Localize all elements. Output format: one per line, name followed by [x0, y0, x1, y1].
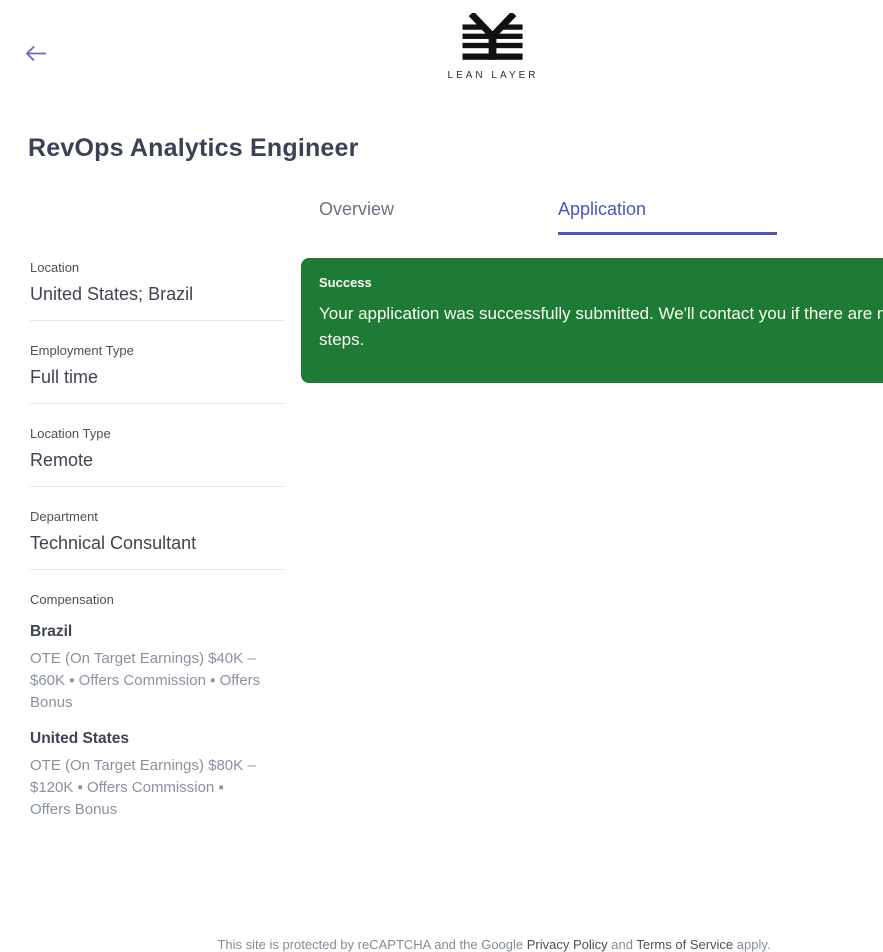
field-location-type: Location Type Remote: [30, 426, 284, 487]
field-value: United States; Brazil: [30, 284, 194, 304]
success-alert: Success Your application was successfull…: [301, 258, 883, 383]
compensation-region: United States: [30, 730, 130, 747]
compensation-entry: United States OTE (On Target Earnings) $…: [30, 730, 284, 821]
field-label: Location: [30, 260, 80, 275]
field-label: Employment Type: [30, 343, 134, 358]
tab-overview[interactable]: Overview: [319, 196, 538, 235]
alert-title: Success: [319, 275, 372, 290]
field-value: Remote: [30, 450, 94, 470]
back-button[interactable]: [22, 42, 50, 64]
compensation-label: Compensation: [30, 592, 114, 607]
job-application-page: LEAN LAYER RevOps Analytics Engineer Ove…: [0, 0, 883, 952]
privacy-policy-link[interactable]: Privacy Policy: [527, 937, 608, 952]
compensation-region: Brazil: [30, 623, 73, 640]
brand-logo[interactable]: LEAN LAYER: [448, 13, 539, 81]
alert-message: Your application was successfully submit…: [319, 304, 883, 349]
recaptcha-text: and: [607, 937, 637, 952]
job-details-sidebar: Location United States; Brazil Employmen…: [30, 260, 284, 821]
recaptcha-text: apply.: [733, 937, 771, 952]
compensation-section: Compensation Brazil OTE (On Target Earni…: [30, 592, 284, 821]
tab-application[interactable]: Application: [558, 196, 777, 235]
terms-of-service-link[interactable]: Terms of Service: [636, 937, 733, 952]
compensation-details: OTE (On Target Earnings) $40K – $60K ▪ O…: [30, 650, 261, 711]
field-label: Location Type: [30, 426, 111, 441]
field-value: Full time: [30, 367, 99, 387]
compensation-details: OTE (On Target Earnings) $80K – $120K ▪ …: [30, 757, 256, 818]
tab-application-label: Application: [558, 199, 647, 219]
page-title: RevOps Analytics Engineer: [28, 134, 359, 162]
tabs: Overview Application: [319, 196, 777, 235]
tab-overview-label: Overview: [319, 199, 395, 219]
compensation-entry: Brazil OTE (On Target Earnings) $40K – $…: [30, 623, 284, 714]
field-employment-type: Employment Type Full time: [30, 343, 284, 404]
recaptcha-notice: This site is protected by reCAPTCHA and …: [105, 937, 883, 952]
field-label: Department: [30, 509, 98, 524]
lean-layer-logo-icon: [462, 13, 524, 60]
field-value: Technical Consultant: [30, 533, 197, 553]
brand-name: LEAN LAYER: [447, 70, 539, 81]
recaptcha-text: This site is protected by reCAPTCHA and …: [217, 937, 527, 952]
field-location: Location United States; Brazil: [30, 260, 284, 321]
back-arrow-icon: [25, 45, 46, 61]
field-department: Department Technical Consultant: [30, 509, 284, 570]
